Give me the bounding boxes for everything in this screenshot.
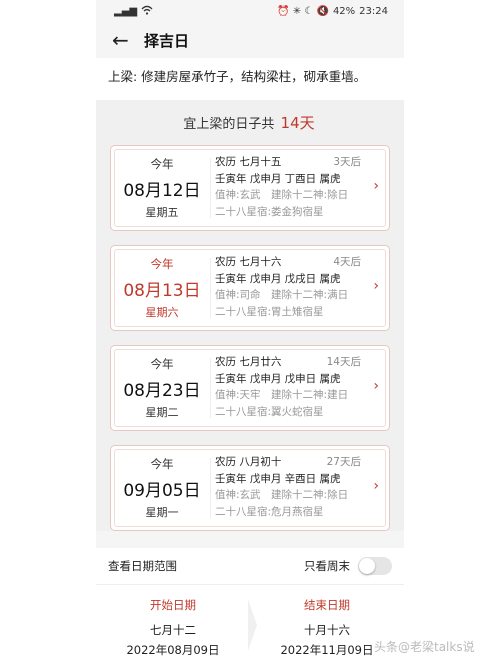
card-ganzhi: 壬寅年 戊申月 戊申日 属虎 (215, 372, 341, 385)
card-deity: 值神:天牢 建除十二神:建日 (215, 389, 349, 401)
start-date[interactable]: 开始日期 七月十二 2022年08月09日 (96, 585, 250, 666)
card-weekday: 星期二 (145, 406, 179, 419)
start-date-lunar: 七月十二 (150, 623, 196, 637)
card-info: 农历 八月初十 27天后 壬寅年 戊申月 辛酉日 属虎 值神:玄武 建除十二神:除… (215, 454, 361, 520)
chevron-right-icon: › (373, 178, 379, 194)
end-date-lunar: 十月十六 (304, 623, 350, 637)
chevron-right-icon: › (373, 478, 379, 494)
card-lunar: 农历 七月十五 (215, 156, 282, 168)
signal-icon: ▂▄▆ (114, 5, 138, 17)
card-info: 农历 七月十六 4天后 壬寅年 戊申月 戊戌日 属虎 值神:司命 建除十二神:满日… (215, 254, 361, 320)
card-lunar-row: 农历 七月十六 4天后 (215, 254, 361, 271)
card-days-after: 27天后 (326, 456, 361, 468)
card-days-after: 14天后 (326, 356, 361, 368)
range-row: 查看日期范围 只看周末 (96, 548, 404, 585)
nav-bar: ← 择吉日 (96, 22, 404, 58)
card-date: 09月05日 (123, 481, 201, 501)
card-ganzhi: 壬寅年 戊申月 辛酉日 属虎 (215, 472, 341, 485)
card-deity: 值神:司命 建除十二神:满日 (215, 289, 349, 301)
card-date-column: 今年 08月12日 星期五 (114, 149, 210, 227)
card-year: 今年 (150, 357, 174, 371)
card-mansion: 二十八星宿:娄金狗宿星 (215, 205, 324, 218)
card-lunar-row: 农历 八月初十 27天后 (215, 454, 361, 471)
status-bar: ▂▄▆ ⏰ ✳ ☾ 🔇 42% 23:24 (96, 0, 404, 22)
card-lunar: 农历 七月十六 (215, 256, 282, 268)
date-range-panel: 查看日期范围 只看周末 开始日期 七月十二 2022年08月09日 结束日期 十… (96, 548, 404, 666)
summary-prefix: 宜上梁的日子共 (183, 117, 275, 132)
day-count: 14天 (280, 114, 315, 132)
date-range: 开始日期 七月十二 2022年08月09日 结束日期 十月十六 2022年11月… (96, 585, 404, 666)
card-divider (210, 358, 211, 418)
card-weekday: 星期六 (145, 306, 179, 319)
results-section: 宜上梁的日子共 14天 今年 08月12日 星期五 农历 七月十五 3天后 壬寅年… (96, 100, 404, 531)
activity-description: 上梁: 修建房屋承竹子，结构梁柱，砌承重墙。 (96, 58, 404, 100)
status-icons: ⏰ ✳ ☾ 🔇 (277, 5, 329, 17)
card-year: 今年 (150, 157, 174, 171)
card-date: 08月13日 (123, 281, 201, 301)
start-date-label: 开始日期 (150, 598, 196, 612)
card-days-after: 3天后 (333, 156, 361, 168)
card-mansion: 二十八星宿:胃土雉宿星 (215, 305, 324, 318)
watermark: 头条@老梁talks说 (374, 640, 475, 654)
range-label: 查看日期范围 (108, 559, 177, 573)
card-weekday: 星期一 (145, 506, 179, 519)
weekend-only-toggle[interactable] (358, 557, 392, 575)
card-year: 今年 (150, 457, 174, 471)
battery-level: 42% (332, 5, 356, 17)
start-date-solar: 2022年08月09日 (126, 643, 220, 657)
card-lunar: 农历 八月初十 (215, 456, 282, 468)
clock: 23:24 (359, 5, 388, 17)
page-title: 择吉日 (144, 31, 190, 50)
wifi-icon (141, 5, 153, 18)
card-date-column: 今年 08月23日 星期二 (114, 349, 210, 427)
card-ganzhi: 壬寅年 戊申月 丁酉日 属虎 (215, 172, 341, 185)
card-lunar-row: 农历 七月廿六 14天后 (215, 354, 361, 371)
card-lunar: 农历 七月廿六 (215, 356, 282, 368)
card-mansion: 二十八星宿:危月燕宿星 (215, 505, 324, 518)
card-divider (210, 258, 211, 318)
card-days-after: 4天后 (333, 256, 361, 268)
date-card-list: 今年 08月12日 星期五 农历 七月十五 3天后 壬寅年 戊申月 丁酉日 属虎 … (96, 145, 404, 531)
date-card[interactable]: 今年 09月05日 星期一 农历 八月初十 27天后 壬寅年 戊申月 辛酉日 属虎… (110, 445, 390, 531)
card-weekday: 星期五 (145, 206, 179, 219)
card-date: 08月12日 (123, 181, 201, 201)
phone-screen: ▂▄▆ ⏰ ✳ ☾ 🔇 42% 23:24 ← 择吉日 上梁: 修建房屋承竹子，… (96, 0, 404, 666)
card-info: 农历 七月十五 3天后 壬寅年 戊申月 丁酉日 属虎 值神:玄武 建除十二神:除日… (215, 154, 361, 220)
card-date-column: 今年 09月05日 星期一 (114, 449, 210, 527)
card-year: 今年 (150, 257, 174, 271)
card-lunar-row: 农历 七月十五 3天后 (215, 154, 361, 171)
back-arrow-icon[interactable]: ← (112, 30, 140, 50)
date-card[interactable]: 今年 08月13日 星期六 农历 七月十六 4天后 壬寅年 戊申月 戊戌日 属虎 … (110, 245, 390, 331)
result-summary: 宜上梁的日子共 14天 (96, 102, 404, 145)
card-divider (210, 158, 211, 218)
end-date-label: 结束日期 (304, 598, 350, 612)
card-deity: 值神:玄武 建除十二神:除日 (215, 489, 349, 501)
card-mansion: 二十八星宿:翼火蛇宿星 (215, 405, 324, 418)
card-ganzhi: 壬寅年 戊申月 戊戌日 属虎 (215, 272, 341, 285)
card-date: 08月23日 (123, 381, 201, 401)
toggle-knob (359, 558, 375, 574)
card-info: 农历 七月廿六 14天后 壬寅年 戊申月 戊申日 属虎 值神:天牢 建除十二神:建… (215, 354, 361, 420)
weekend-only-label: 只看周末 (304, 559, 350, 573)
card-date-column: 今年 08月13日 星期六 (114, 249, 210, 327)
card-divider (210, 458, 211, 518)
range-separator (248, 599, 257, 651)
date-card[interactable]: 今年 08月12日 星期五 农历 七月十五 3天后 壬寅年 戊申月 丁酉日 属虎 … (110, 145, 390, 231)
card-deity: 值神:玄武 建除十二神:除日 (215, 189, 349, 201)
date-card[interactable]: 今年 08月23日 星期二 农历 七月廿六 14天后 壬寅年 戊申月 戊申日 属虎… (110, 345, 390, 431)
chevron-right-icon: › (373, 278, 379, 294)
chevron-right-icon: › (373, 378, 379, 394)
